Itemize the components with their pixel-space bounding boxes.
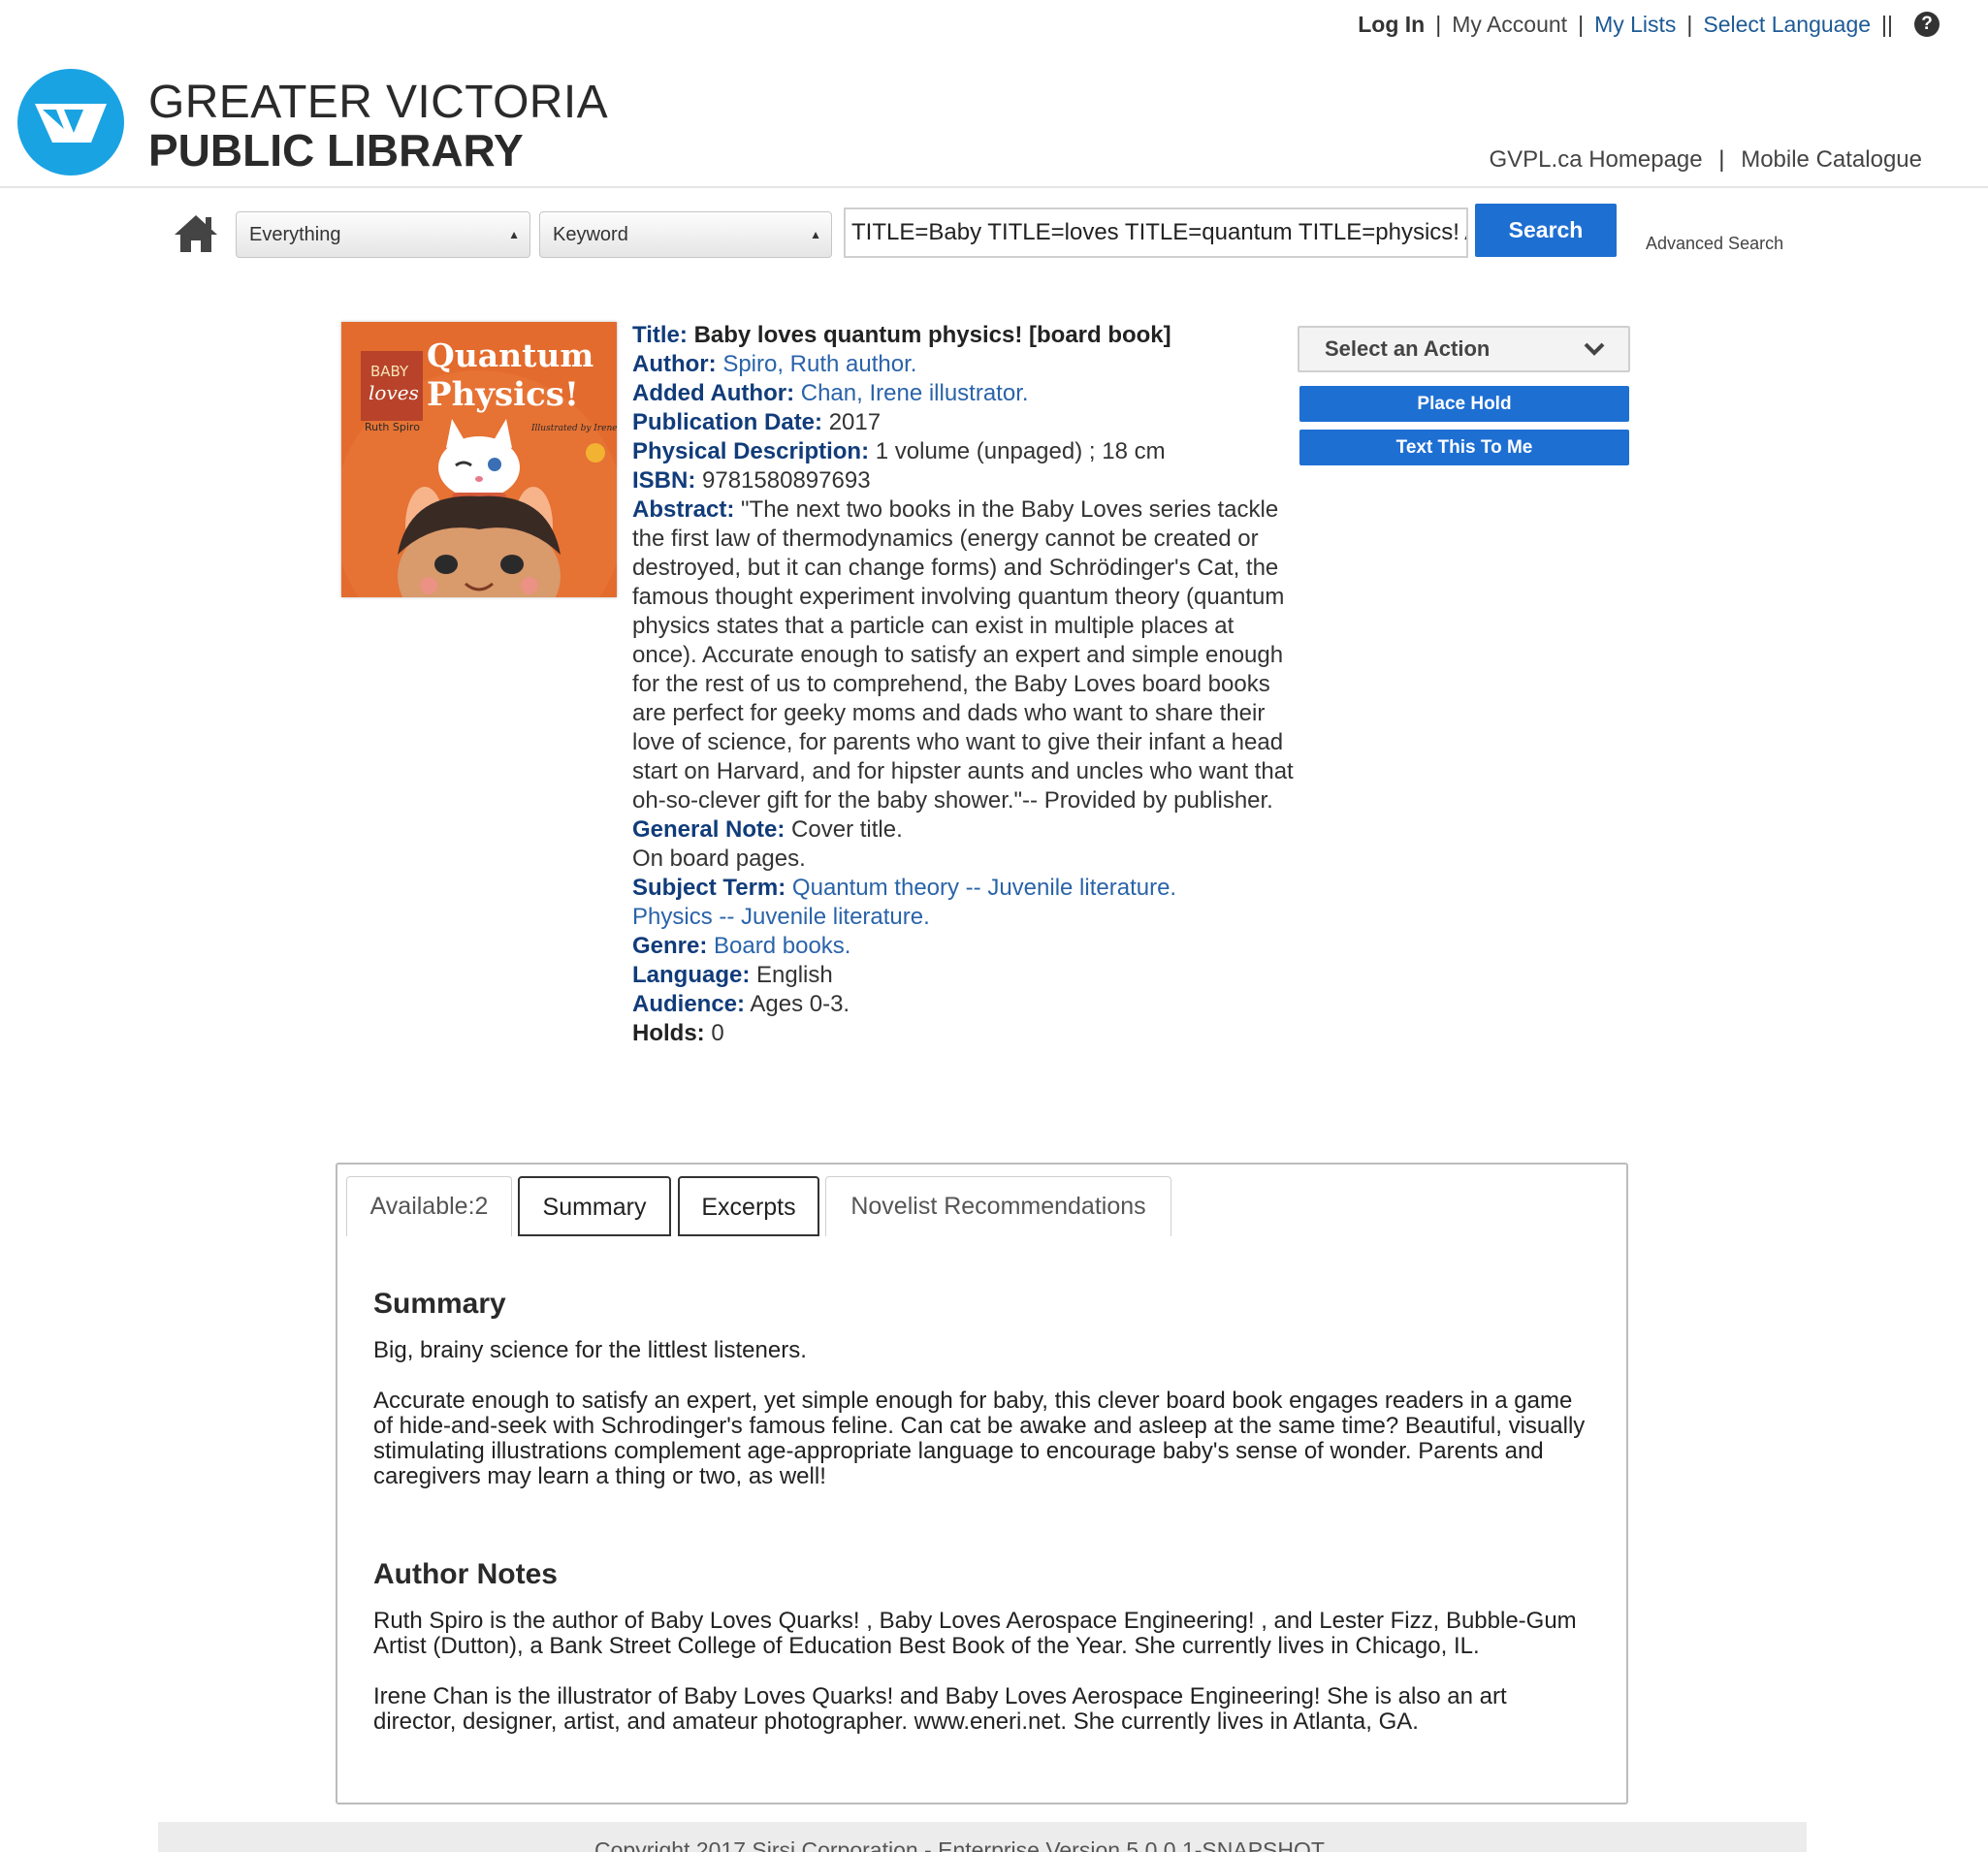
header-links: GVPL.ca Homepage | Mobile Catalogue	[1490, 146, 1923, 174]
genre-label: Genre:	[632, 933, 708, 959]
isbn-label: ISBN:	[632, 467, 696, 494]
gennote-label: General Note:	[632, 816, 786, 843]
gvpl-homepage-link[interactable]: GVPL.ca Homepage	[1490, 146, 1703, 173]
tab-novelist-recommendations[interactable]: Novelist Recommendations	[825, 1176, 1171, 1236]
select-arrows-icon: ▲	[810, 228, 821, 241]
search-field-select[interactable]: Keyword ▲	[539, 211, 832, 258]
help-icon[interactable]: ?	[1914, 12, 1940, 37]
subject-link[interactable]: Quantum theory -- Juvenile literature.	[792, 875, 1176, 901]
language-label: Language:	[632, 962, 751, 988]
subject-row-2: Physics -- Juvenile literature.	[632, 903, 1297, 932]
tab-available[interactable]: Available:2	[346, 1176, 512, 1236]
header-divider	[0, 186, 1988, 188]
pubdate-row: Publication Date: 2017	[632, 408, 1297, 437]
library-logo-icon[interactable]	[17, 69, 124, 176]
library-name-line2: PUBLIC LIBRARY	[148, 125, 524, 176]
cover-baby-text: BABY	[370, 363, 409, 380]
record-title: Baby loves quantum physics! [board book]	[693, 322, 1171, 348]
search-button[interactable]: Search	[1475, 204, 1617, 257]
nav-separator: |	[1435, 12, 1442, 37]
chevron-down-icon	[1584, 328, 1605, 386]
added-author-label: Added Author:	[632, 380, 795, 406]
physdesc-row: Physical Description: 1 volume (unpaged)…	[632, 437, 1297, 466]
header-separator: |	[1718, 146, 1725, 173]
summary-paragraph: Accurate enough to satisfy an expert, ye…	[373, 1388, 1586, 1489]
pubdate-value: 2017	[828, 409, 882, 435]
gennote-row: General Note: Cover title.	[632, 815, 1297, 845]
cover-quantum-text: Quantum	[427, 336, 593, 374]
cover-illustrator-text: Illustrated by Irene Chan	[530, 424, 617, 433]
author-notes-heading: Author Notes	[373, 1558, 558, 1590]
gennote-value: Cover title.	[791, 816, 903, 843]
library-name[interactable]: GREATER VICTORIA PUBLIC LIBRARY	[148, 77, 609, 176]
added-author-row: Added Author: Chan, Irene illustrator.	[632, 379, 1297, 408]
cover-loves-text: loves	[369, 381, 419, 404]
holds-label: Holds:	[632, 1020, 705, 1046]
pubdate-label: Publication Date:	[632, 409, 823, 435]
physdesc-label: Physical Description:	[632, 438, 870, 464]
subject-row: Subject Term: Quantum theory -- Juvenile…	[632, 874, 1297, 903]
subject-link[interactable]: Physics -- Juvenile literature.	[632, 904, 930, 930]
cover-author-text: Ruth Spiro	[365, 421, 420, 433]
gennote-row-2: On board pages.	[632, 846, 806, 872]
tab-excerpts[interactable]: Excerpts	[678, 1176, 819, 1236]
nav-separator: |	[1578, 12, 1585, 37]
author-notes-paragraph: Irene Chan is the illustrator of Baby Lo…	[373, 1683, 1507, 1735]
search-input[interactable]: TITLE=Baby TITLE=loves TITLE=quantum TIT…	[844, 208, 1468, 258]
author-link[interactable]: Spiro, Ruth author.	[722, 351, 916, 377]
home-icon[interactable]	[173, 213, 219, 254]
login-link[interactable]: Log In	[1358, 10, 1425, 39]
author-notes-paragraph: Ruth Spiro is the author of Baby Loves Q…	[373, 1608, 1577, 1659]
title-label: Title:	[632, 322, 688, 348]
added-author-link[interactable]: Chan, Irene illustrator.	[801, 380, 1029, 406]
nav-separator: ||	[1881, 12, 1893, 37]
book-cover-image[interactable]: BABY loves Quantum Physics! Ruth Spiro I…	[341, 322, 617, 597]
genre-row: Genre: Board books.	[632, 932, 1297, 961]
text-this-to-me-button[interactable]: Text This To Me	[1299, 430, 1629, 465]
select-language-link[interactable]: Select Language	[1703, 10, 1871, 39]
page: Log In | My Account | My Lists | Select …	[0, 0, 1988, 1852]
cover-physics-text: Physics!	[427, 375, 579, 414]
title-row: Title: Baby loves quantum physics! [boar…	[632, 321, 1297, 350]
language-value: English	[756, 962, 833, 988]
footer: Copyright 2017 Sirsi Corporation - Enter…	[158, 1822, 1807, 1852]
author-label: Author:	[632, 351, 717, 377]
my-account-link[interactable]: My Account	[1452, 10, 1567, 39]
abstract-label: Abstract:	[632, 496, 735, 523]
language-row: Language: English	[632, 961, 1297, 990]
copyright-text: Copyright 2017 Sirsi Corporation - Enter…	[594, 1837, 1325, 1852]
abstract-row: Abstract: "The next two books in the Bab…	[632, 495, 1297, 815]
holds-row: Holds: 0	[632, 1019, 1297, 1048]
select-action-dropdown[interactable]: Select an Action	[1298, 326, 1630, 372]
tab-summary[interactable]: Summary	[518, 1176, 671, 1236]
search-scope-select[interactable]: Everything ▲	[236, 211, 530, 258]
library-name-line1: GREATER VICTORIA	[148, 77, 609, 128]
nav-separator: |	[1686, 12, 1693, 37]
subject-label: Subject Term:	[632, 875, 786, 901]
audience-row: Audience: Ages 0-3.	[632, 990, 1297, 1019]
genre-link[interactable]: Board books.	[714, 933, 850, 959]
abstract-value: "The next two books in the Baby Loves se…	[632, 496, 1294, 814]
record-details: Title: Baby loves quantum physics! [boar…	[632, 321, 1297, 1048]
physdesc-value: 1 volume (unpaged) ; 18 cm	[875, 438, 1166, 464]
advanced-search-link[interactable]: Advanced Search	[1646, 234, 1783, 254]
summary-paragraph: Big, brainy science for the littlest lis…	[373, 1337, 807, 1363]
top-nav: Log In | My Account | My Lists | Select …	[1358, 10, 1940, 39]
select-arrows-icon: ▲	[508, 228, 520, 241]
search-scope-value: Everything	[249, 224, 341, 245]
audience-value: Ages 0-3.	[750, 991, 850, 1017]
search-field-value: Keyword	[553, 224, 628, 245]
audience-label: Audience:	[632, 991, 746, 1017]
holds-value: 0	[711, 1020, 724, 1046]
isbn-row: ISBN: 9781580897693	[632, 466, 1297, 495]
summary-heading: Summary	[373, 1288, 506, 1320]
isbn-value: 9781580897693	[702, 467, 871, 494]
author-row: Author: Spiro, Ruth author.	[632, 350, 1297, 379]
select-action-label: Select an Action	[1325, 336, 1491, 361]
place-hold-button[interactable]: Place Hold	[1299, 386, 1629, 422]
my-lists-link[interactable]: My Lists	[1594, 10, 1676, 39]
mobile-catalogue-link[interactable]: Mobile Catalogue	[1741, 146, 1922, 173]
